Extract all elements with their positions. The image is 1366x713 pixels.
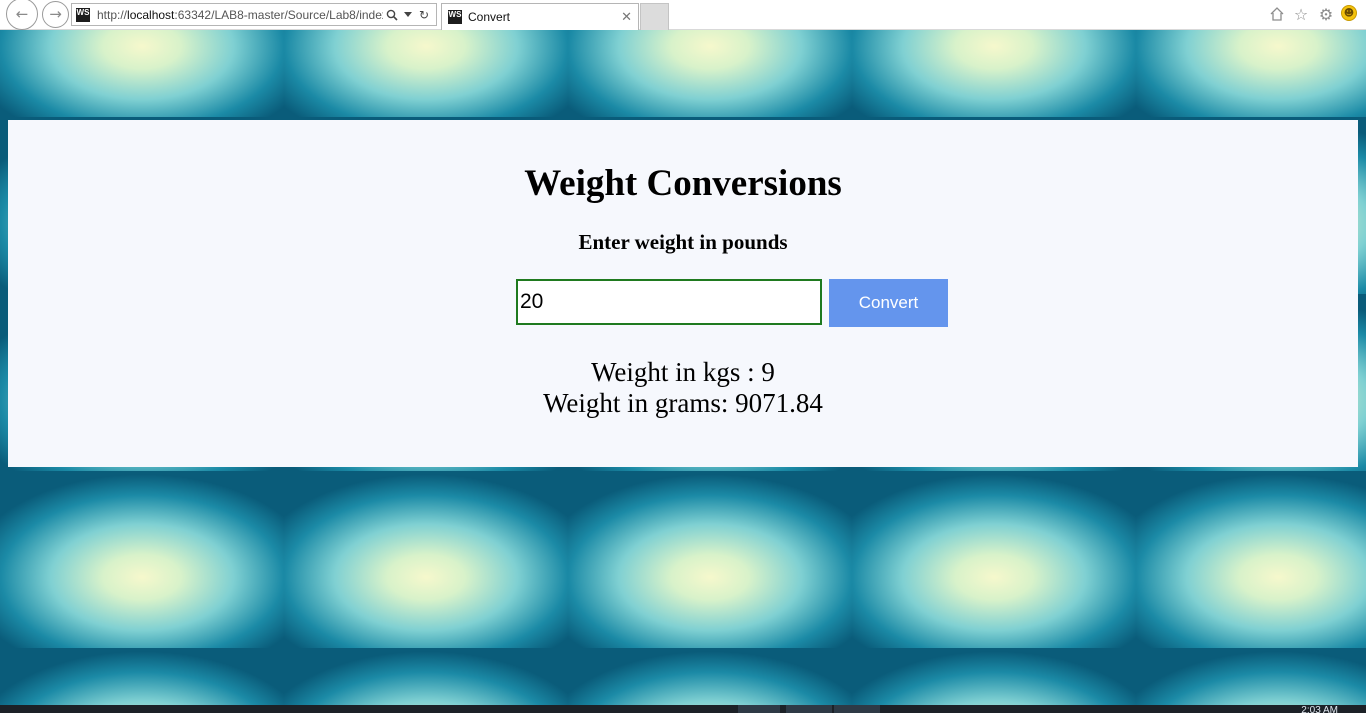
home-icon[interactable]: [1267, 4, 1287, 24]
close-icon[interactable]: ✕: [621, 10, 632, 25]
pounds-input[interactable]: [516, 279, 822, 325]
page-background: Weight Conversions Enter weight in pound…: [0, 30, 1366, 705]
page-title: Weight Conversions: [524, 163, 842, 204]
gear-icon[interactable]: ⚙: [1316, 4, 1336, 24]
taskbar: [0, 705, 1366, 713]
back-button[interactable]: ←: [6, 0, 38, 30]
taskbar-clock: 2:03 AM: [1301, 706, 1338, 713]
taskbar-app-button[interactable]: [738, 705, 780, 713]
site-favicon-icon: WS: [76, 7, 90, 22]
tab-convert[interactable]: WS Convert ✕: [441, 3, 639, 30]
search-icon[interactable]: [385, 6, 399, 24]
smiley-icon[interactable]: ☻: [1341, 5, 1357, 21]
convert-button[interactable]: Convert: [829, 279, 948, 327]
tab-title: Convert: [468, 10, 511, 24]
result-grams-label: Weight in grams:: [543, 388, 736, 418]
url-text[interactable]: http://localhost:63342/LAB8-master/Sourc…: [97, 8, 383, 22]
taskbar-app-button[interactable]: [834, 705, 880, 713]
result-kgs-label: Weight in kgs :: [591, 357, 762, 387]
refresh-icon[interactable]: ↻: [417, 6, 431, 24]
star-icon[interactable]: ☆: [1291, 4, 1311, 24]
back-arrow-icon: ←: [15, 4, 29, 23]
weight-prompt-label: Enter weight in pounds: [578, 230, 788, 254]
result-kgs-value: 9: [761, 357, 775, 387]
browser-toolbar: ← → WS http://localhost:63342/LAB8-maste…: [0, 0, 1366, 30]
new-tab-button[interactable]: [640, 3, 669, 30]
converter-panel: Weight Conversions Enter weight in pound…: [8, 120, 1358, 467]
result-grams: Weight in grams: 9071.84: [8, 388, 1358, 419]
chevron-down-icon[interactable]: [401, 6, 415, 24]
tab-favicon-icon: WS: [448, 10, 462, 24]
taskbar-app-button[interactable]: [786, 705, 832, 713]
forward-arrow-icon: →: [49, 5, 62, 23]
address-bar[interactable]: WS http://localhost:63342/LAB8-master/So…: [71, 3, 437, 26]
result-kgs: Weight in kgs : 9: [8, 357, 1358, 388]
forward-button[interactable]: →: [42, 1, 69, 28]
result-grams-value: 9071.84: [735, 388, 823, 418]
